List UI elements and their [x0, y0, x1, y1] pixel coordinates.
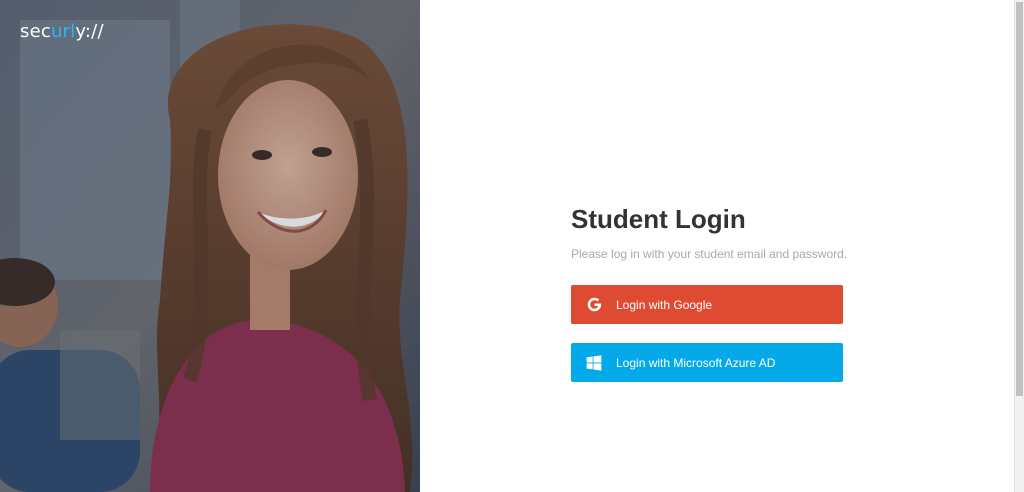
login-panel: Student Login Please log in with your st… — [420, 0, 1014, 492]
page: securly:// Student Login Please log in w… — [0, 0, 1024, 492]
login-subtitle: Please log in with your student email an… — [571, 247, 848, 261]
vertical-scrollbar[interactable] — [1014, 0, 1024, 492]
login-google-button[interactable]: Login with Google — [571, 285, 843, 324]
login-microsoft-label: Login with Microsoft Azure AD — [616, 355, 776, 370]
login-title: Student Login — [571, 204, 746, 234]
scrollbar-thumb[interactable] — [1016, 2, 1023, 396]
securly-logo[interactable]: securly:// — [20, 21, 104, 42]
login-microsoft-button[interactable]: Login with Microsoft Azure AD — [571, 343, 843, 382]
windows-icon — [585, 354, 603, 372]
hero-overlay — [0, 0, 420, 492]
hero-image: securly:// — [0, 0, 420, 492]
login-form: Student Login Please log in with your st… — [571, 204, 848, 382]
google-icon — [585, 296, 603, 314]
login-google-label: Login with Google — [616, 297, 713, 312]
